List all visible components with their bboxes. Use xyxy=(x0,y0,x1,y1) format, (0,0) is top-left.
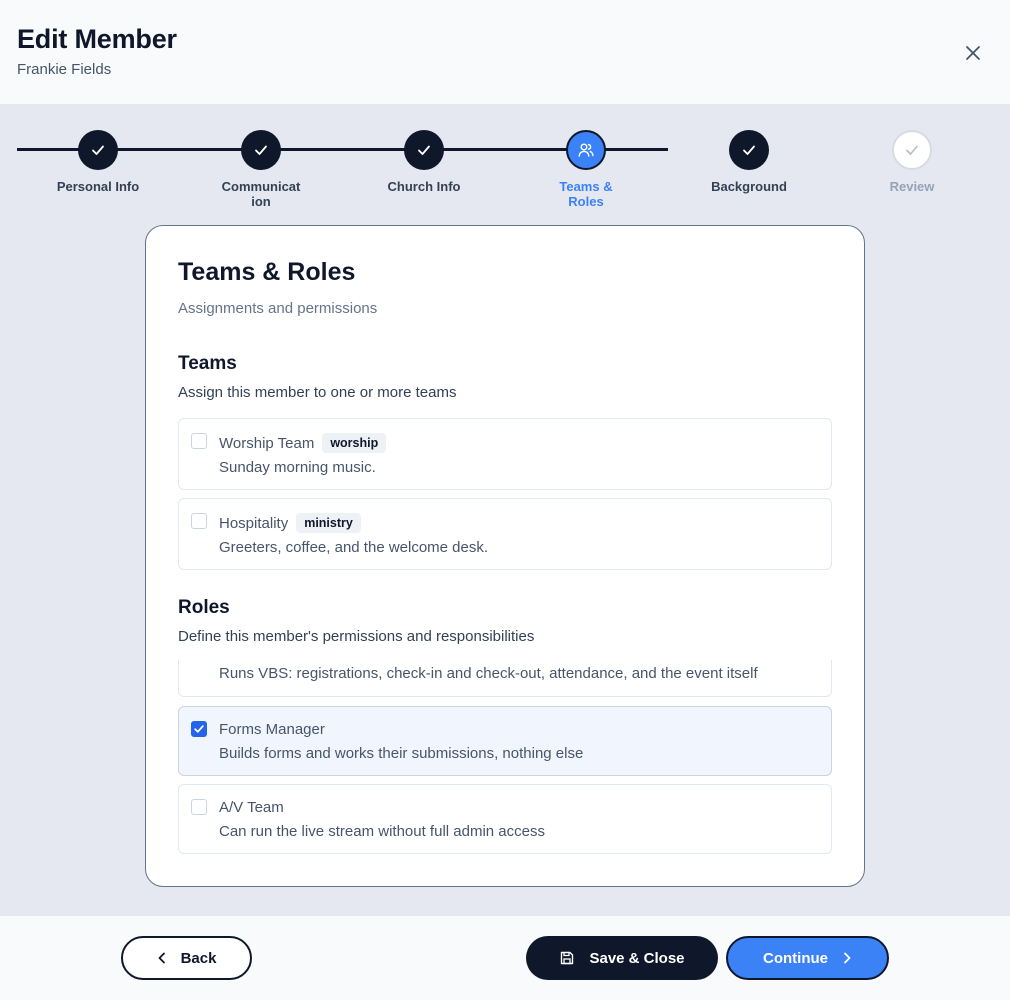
team-description: Greeters, coffee, and the welcome desk. xyxy=(219,539,489,556)
close-button[interactable] xyxy=(960,40,986,66)
role-description: Builds forms and works their submissions… xyxy=(219,745,584,762)
step-review[interactable]: Review xyxy=(852,130,972,194)
continue-button[interactable]: Continue xyxy=(726,936,889,980)
role-option-vbs[interactable]: Runs VBS: registrations, check-in and ch… xyxy=(178,660,832,697)
check-icon xyxy=(255,145,267,155)
section-description: Assignments and permissions xyxy=(178,300,378,317)
step-circle xyxy=(404,130,444,170)
check-icon xyxy=(194,725,204,733)
step-label: Church Info xyxy=(387,179,461,194)
teams-description: Assign this member to one or more teams xyxy=(178,384,457,401)
users-icon xyxy=(578,143,594,157)
step-circle-pending xyxy=(892,130,932,170)
back-label: Back xyxy=(180,949,217,967)
step-church-info[interactable]: Church Info xyxy=(364,130,484,194)
roles-heading: Roles xyxy=(178,597,230,618)
team-description: Sunday morning music. xyxy=(219,459,376,476)
back-button[interactable]: Back xyxy=(121,936,252,980)
role-name: A/V Team xyxy=(219,799,284,816)
role-option-forms-manager[interactable]: Forms Manager Builds forms and works the… xyxy=(178,706,832,776)
modal-footer: Back Save & Close Continue xyxy=(0,916,1010,1000)
role-option-av-team[interactable]: A/V Team Can run the live stream without… xyxy=(178,784,832,854)
step-label: Background xyxy=(711,179,787,194)
check-icon xyxy=(906,145,918,155)
page-title: Edit Member xyxy=(17,24,177,54)
check-icon xyxy=(92,145,104,155)
save-close-label: Save & Close xyxy=(589,949,685,967)
role-checkbox-checked[interactable] xyxy=(191,721,207,737)
chevron-left-icon xyxy=(157,952,167,964)
step-communication[interactable]: Communicat ion xyxy=(201,130,321,209)
save-icon xyxy=(559,950,575,966)
step-label: Teams & Roles xyxy=(559,179,613,209)
team-tag: worship xyxy=(322,433,387,453)
step-label: Communicat ion xyxy=(221,179,301,209)
team-name-row: Worship Team worship xyxy=(219,433,387,453)
role-name: Forms Manager xyxy=(219,721,325,738)
stepper: Personal Info Communicat ion Church Info… xyxy=(0,104,1010,224)
role-description: Can run the live stream without full adm… xyxy=(219,823,545,840)
team-option-hospitality[interactable]: Hospitality ministry Greeters, coffee, a… xyxy=(178,498,832,570)
team-tag: ministry xyxy=(296,513,361,533)
check-icon xyxy=(743,145,755,155)
continue-label: Continue xyxy=(763,949,828,967)
section-heading: Teams & Roles xyxy=(178,258,356,286)
chevron-right-icon xyxy=(842,952,852,964)
role-checkbox[interactable] xyxy=(191,799,207,815)
roles-list[interactable]: Runs VBS: registrations, check-in and ch… xyxy=(146,660,864,886)
modal-header: Edit Member Frankie Fields xyxy=(0,0,1010,104)
step-circle xyxy=(78,130,118,170)
role-description: Runs VBS: registrations, check-in and ch… xyxy=(219,665,758,682)
team-option-worship[interactable]: Worship Team worship Sunday morning musi… xyxy=(178,418,832,490)
team-checkbox[interactable] xyxy=(191,513,207,529)
step-personal-info[interactable]: Personal Info xyxy=(38,130,158,194)
step-label: Review xyxy=(889,179,935,194)
close-icon xyxy=(966,46,980,60)
member-name: Frankie Fields xyxy=(17,61,112,78)
step-circle xyxy=(729,130,769,170)
team-name: Worship Team xyxy=(219,434,315,452)
team-name-row: Hospitality ministry xyxy=(219,513,361,533)
team-name: Hospitality xyxy=(219,514,289,532)
step-label: Personal Info xyxy=(56,179,140,194)
check-icon xyxy=(418,145,430,155)
roles-description: Define this member's permissions and res… xyxy=(178,628,535,645)
form-card: Teams & Roles Assignments and permission… xyxy=(145,225,865,887)
step-circle-active xyxy=(566,130,606,170)
step-teams-roles[interactable]: Teams & Roles xyxy=(526,130,646,209)
teams-heading: Teams xyxy=(178,353,237,374)
team-checkbox[interactable] xyxy=(191,433,207,449)
step-circle xyxy=(241,130,281,170)
save-close-button[interactable]: Save & Close xyxy=(526,936,718,980)
step-background[interactable]: Background xyxy=(689,130,809,194)
